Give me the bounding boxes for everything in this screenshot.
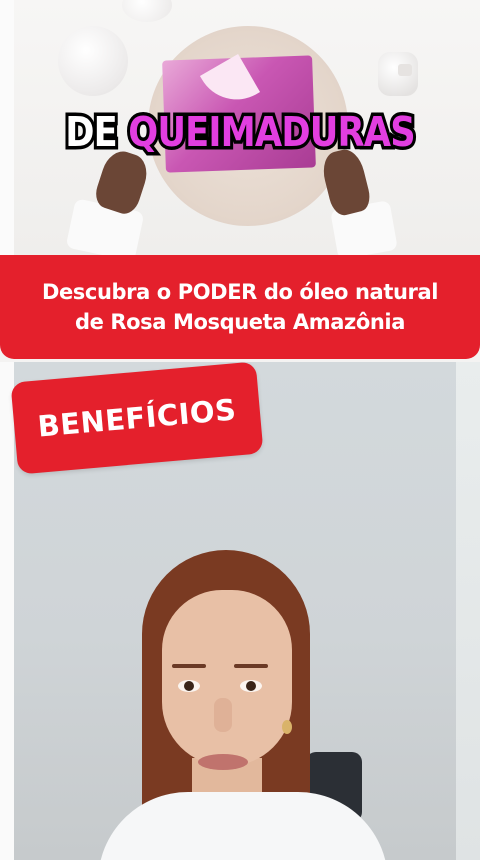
banner-line-1: Descubra o PODER do óleo natural bbox=[41, 280, 439, 304]
decorative-bubble bbox=[122, 0, 172, 22]
presenter-face bbox=[162, 590, 292, 766]
caption-word-white: DE bbox=[62, 105, 121, 160]
caption-word-pink: QUEIMADURAS bbox=[125, 105, 418, 160]
pupil-left bbox=[184, 681, 194, 691]
eyebrow-right bbox=[234, 664, 268, 668]
video-caption: DE QUEIMADURAS bbox=[34, 105, 447, 160]
pupil-right bbox=[246, 681, 256, 691]
badge-label: BENEFÍCIOS bbox=[36, 392, 238, 444]
decorative-bubble bbox=[58, 26, 128, 96]
edge-strip bbox=[0, 0, 14, 255]
presenter-nose bbox=[214, 698, 232, 732]
presenter-mouth bbox=[198, 754, 248, 770]
headline-banner: Descubra o PODER do óleo natural de Rosa… bbox=[0, 255, 480, 359]
side-panel bbox=[456, 362, 480, 860]
hand-right bbox=[318, 146, 374, 218]
bottle-cap bbox=[398, 64, 412, 76]
edge-strip bbox=[0, 362, 14, 860]
earring bbox=[282, 720, 292, 734]
banner-line-2: de Rosa Mosqueta Amazônia bbox=[74, 310, 405, 334]
eyebrow-left bbox=[172, 664, 206, 668]
